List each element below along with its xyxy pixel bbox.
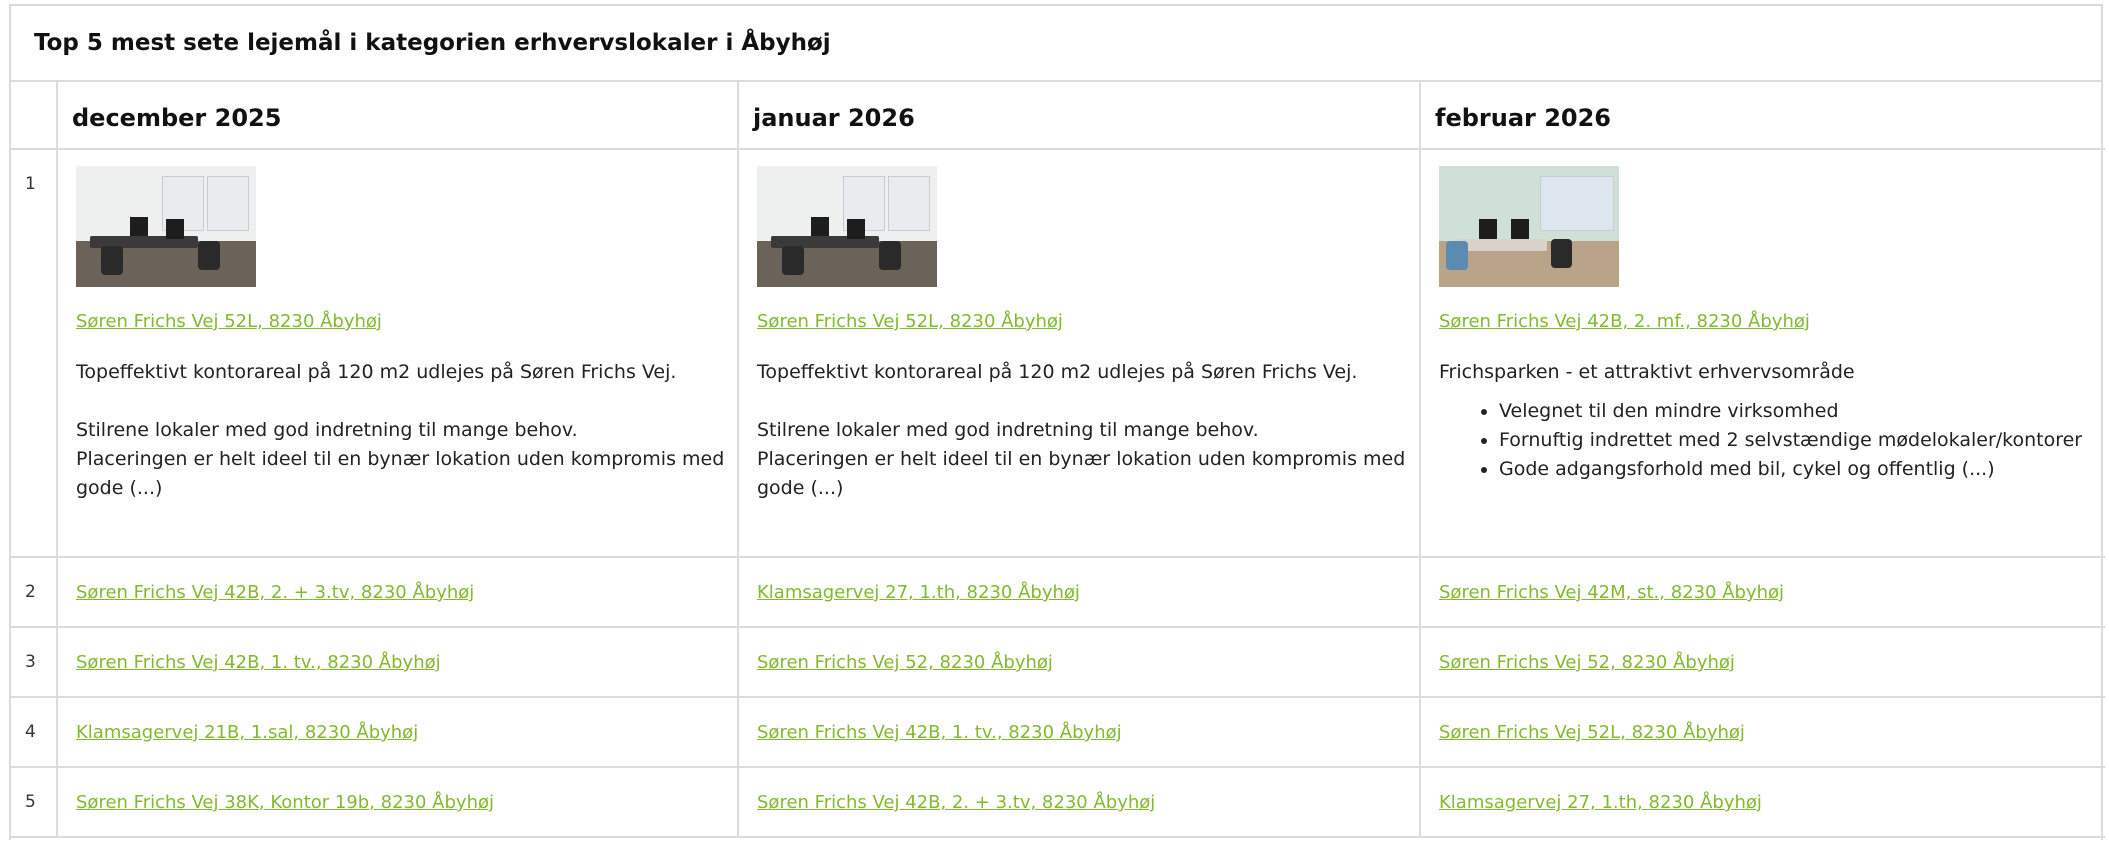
listing-description: Topeffektivt kontorareal på 120 m2 udlej…: [757, 358, 1419, 503]
list-item: Fornuftig indrettet med 2 selvstændige m…: [1499, 426, 2105, 455]
description-text: Stilrene lokaler med god indretning til …: [757, 419, 1406, 499]
listing-description: Topeffektivt kontorareal på 120 m2 udlej…: [76, 358, 737, 503]
description-text: Stilrene lokaler med god indretning til …: [76, 419, 725, 499]
listing-link[interactable]: Klamsagervej 21B, 1.sal, 8230 Åbyhøj: [76, 722, 418, 743]
feature-list: Velegnet til den mindre virksomhed Fornu…: [1439, 397, 2105, 484]
office-photo[interactable]: [757, 166, 937, 287]
table-row: 4 Klamsagervej 21B, 1.sal, 8230 Åbyhøj S…: [11, 696, 2105, 768]
description-text: Topeffektivt kontorareal på 120 m2 udlej…: [757, 361, 1358, 383]
table-header-row: december 2025 januar 2026 februar 2026: [11, 82, 2105, 150]
listing-link[interactable]: Søren Frichs Vej 52L, 8230 Åbyhøj: [1439, 722, 1745, 743]
table-row: 2 Søren Frichs Vej 42B, 2. + 3.tv, 8230 …: [11, 556, 2105, 628]
rank-number: 1: [11, 148, 58, 558]
ranking-table: december 2025 januar 2026 februar 2026 1: [11, 82, 2105, 838]
listing-link[interactable]: Søren Frichs Vej 42B, 1. tv., 8230 Åbyhø…: [757, 722, 1122, 743]
listing-link[interactable]: Søren Frichs Vej 42B, 2. + 3.tv, 8230 Åb…: [76, 582, 474, 603]
month-header: februar 2026: [1419, 82, 2105, 150]
listing-link[interactable]: Søren Frichs Vej 52L, 8230 Åbyhøj: [76, 311, 382, 332]
rank-column-header: [11, 82, 58, 150]
month-header: januar 2026: [737, 82, 1421, 150]
listing-link[interactable]: Klamsagervej 27, 1.th, 8230 Åbyhøj: [1439, 792, 1762, 813]
rank-number: 4: [11, 696, 58, 768]
listing-link[interactable]: Søren Frichs Vej 52, 8230 Åbyhøj: [1439, 652, 1735, 673]
listing-description: Frichsparken - et attraktivt erhvervsomr…: [1439, 358, 2105, 484]
listing-link[interactable]: Søren Frichs Vej 52L, 8230 Åbyhøj: [757, 311, 1063, 332]
rank-number: 5: [11, 766, 58, 838]
listing-link[interactable]: Søren Frichs Vej 52, 8230 Åbyhøj: [757, 652, 1053, 673]
listing-link[interactable]: Søren Frichs Vej 38K, Kontor 19b, 8230 Å…: [76, 792, 494, 813]
listing-card: Søren Frichs Vej 42B, 2. mf., 8230 Åbyhø…: [1419, 148, 2105, 558]
listing-link[interactable]: Klamsagervej 27, 1.th, 8230 Åbyhøj: [757, 582, 1080, 603]
listing-link[interactable]: Søren Frichs Vej 42B, 1. tv., 8230 Åbyhø…: [76, 652, 441, 673]
listing-link[interactable]: Søren Frichs Vej 42B, 2. + 3.tv, 8230 Åb…: [757, 792, 1155, 813]
office-photo[interactable]: [1439, 166, 1619, 287]
listing-card: Søren Frichs Vej 52L, 8230 Åbyhøj Topeff…: [56, 148, 739, 558]
ranking-panel: Top 5 mest sete lejemål i kategorien erh…: [9, 4, 2105, 840]
list-item: Velegnet til den mindre virksomhed: [1499, 397, 2105, 426]
table-row: 5 Søren Frichs Vej 38K, Kontor 19b, 8230…: [11, 766, 2105, 838]
office-photo[interactable]: [76, 166, 256, 287]
list-item: Gode adgangsforhold med bil, cykel og of…: [1499, 455, 2105, 484]
month-header: december 2025: [56, 82, 739, 150]
table-row: 3 Søren Frichs Vej 42B, 1. tv., 8230 Åby…: [11, 626, 2105, 698]
listing-link[interactable]: Søren Frichs Vej 42M, st., 8230 Åbyhøj: [1439, 582, 1784, 603]
description-text: Topeffektivt kontorareal på 120 m2 udlej…: [76, 361, 677, 383]
description-text: Frichsparken - et attraktivt erhvervsomr…: [1439, 361, 1855, 383]
listing-link[interactable]: Søren Frichs Vej 42B, 2. mf., 8230 Åbyhø…: [1439, 311, 1810, 332]
rank-number: 2: [11, 556, 58, 628]
rank-number: 3: [11, 626, 58, 698]
listing-card: Søren Frichs Vej 52L, 8230 Åbyhøj Topeff…: [737, 148, 1421, 558]
panel-title: Top 5 mest sete lejemål i kategorien erh…: [11, 6, 2101, 82]
table-row: 1 Søren Frichs Vej 52L, 8230 Åbyhøj Tope…: [11, 148, 2105, 558]
